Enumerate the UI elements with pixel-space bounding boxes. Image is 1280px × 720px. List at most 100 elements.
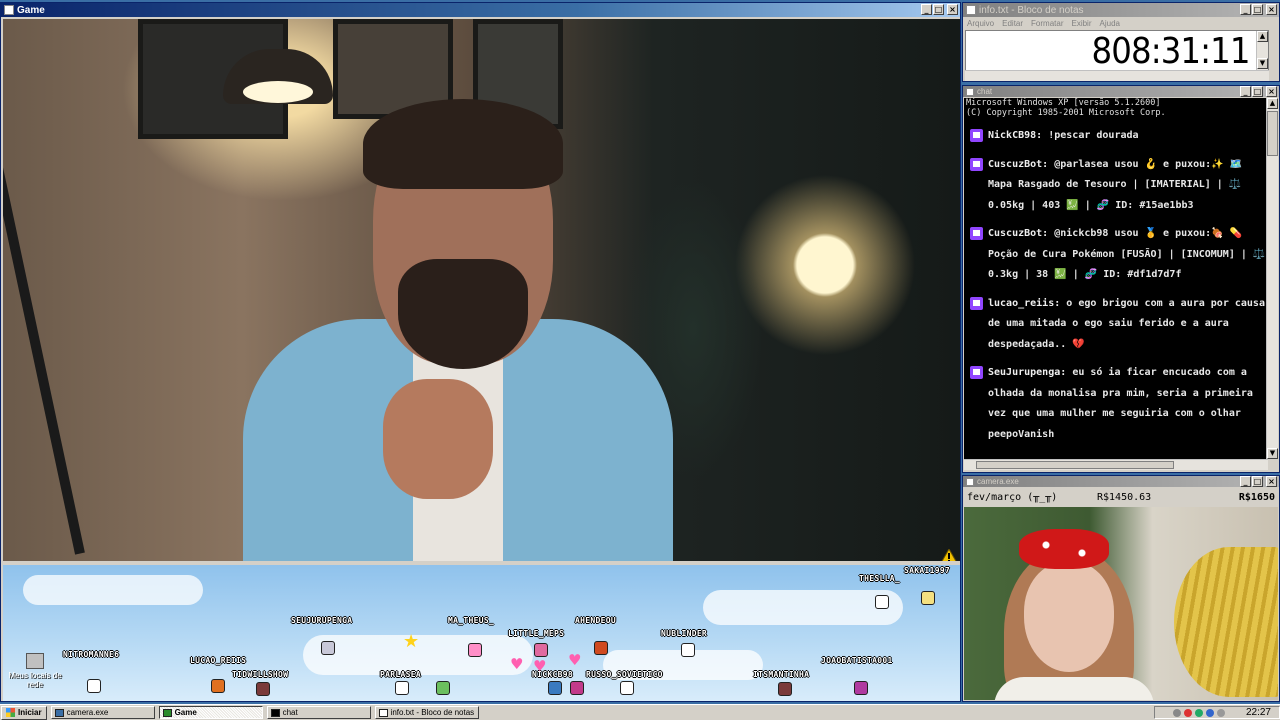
taskbar-item-game[interactable]: Game	[158, 706, 263, 719]
scroll-down-icon[interactable]: ▼	[1267, 448, 1278, 459]
player-sprite[interactable]	[548, 681, 562, 695]
camera-window: camera.exe _ □ × fev/março (╥_╥) R$1450.…	[962, 475, 1280, 702]
vertical-scrollbar[interactable]: ▲ ▼	[1256, 31, 1268, 71]
player-name: TIDWILLSHOW	[232, 670, 289, 679]
tray-network-icon[interactable]	[1194, 708, 1203, 717]
chat-log[interactable]: Microsoft Windows XP [versão 5.1.2600] (…	[964, 98, 1268, 459]
player-sprite[interactable]	[854, 681, 868, 695]
cmd-icon	[966, 87, 974, 96]
scroll-thumb[interactable]	[1267, 111, 1278, 156]
start-button[interactable]: Iniciar	[1, 705, 47, 720]
player-sprite[interactable]	[681, 643, 695, 657]
minimize-button[interactable]: _	[921, 4, 932, 15]
chat-vertical-scrollbar[interactable]: ▲ ▼	[1266, 98, 1278, 459]
player-sprite[interactable]	[620, 681, 634, 695]
chat-username: SeuJurupenga:	[988, 367, 1067, 378]
person-beard	[398, 259, 528, 369]
notepad-text-area[interactable]: 808:31:11 ▲ ▼	[965, 30, 1269, 72]
scroll-thumb[interactable]	[976, 461, 1174, 469]
chat-username: CuscuzBot:	[988, 228, 1049, 239]
horizontal-scrollbar[interactable]	[965, 70, 1269, 81]
close-button[interactable]: ×	[1266, 86, 1277, 97]
mic-arm	[3, 63, 85, 555]
camera-title: camera.exe	[977, 477, 1019, 486]
menu-formatar[interactable]: Formatar	[1031, 19, 1063, 28]
game-window: Game _ □ × SEUJURUPENGA MA_THEUS_ AHENDE…	[0, 2, 961, 702]
person-face	[1024, 562, 1114, 672]
tray-security-icon[interactable]	[1183, 708, 1192, 717]
player-sprite[interactable]	[468, 643, 482, 657]
taskbar-item-camera[interactable]: camera.exe	[50, 706, 155, 719]
scroll-up-icon[interactable]: ▲	[1257, 31, 1268, 42]
player-name: LUCAO_REIIS	[190, 656, 247, 665]
hand-fan	[1174, 547, 1278, 697]
console-header-line: (C) Copyright 1985-2001 Microsoft Corp.	[966, 108, 1166, 118]
player-sprite[interactable]	[436, 681, 450, 695]
menu-editar[interactable]: Editar	[1002, 19, 1023, 28]
twitch-badge-icon	[970, 296, 983, 310]
player-sprite[interactable]	[570, 681, 584, 695]
stream-timer: 808:31:11	[1091, 31, 1251, 72]
player-sprite[interactable]	[321, 641, 335, 655]
close-button[interactable]: ×	[947, 4, 958, 15]
player-name: ITSMANTINHA	[753, 670, 810, 679]
desktop: Game _ □ × SEUJURUPENGA MA_THEUS_ AHENDE…	[0, 0, 1280, 720]
maximize-button[interactable]: □	[1252, 476, 1263, 487]
app-icon	[162, 708, 172, 717]
minimize-button[interactable]: _	[1240, 476, 1251, 487]
twitch-badge-icon	[970, 227, 983, 240]
chat-titlebar[interactable]: chat _ □ ×	[963, 86, 1279, 97]
game-titlebar[interactable]: Game _ □ ×	[1, 3, 960, 17]
maximize-button[interactable]: □	[933, 4, 944, 15]
player-sprite[interactable]	[778, 682, 792, 696]
scroll-up-icon[interactable]: ▲	[1267, 98, 1278, 109]
taskbar-item-chat[interactable]: chat	[266, 706, 371, 719]
chat-username: lucao_reiis:	[988, 297, 1061, 309]
heart-icon: ♥	[533, 657, 547, 675]
heart-icon: ♥	[568, 651, 582, 669]
camera-feed	[964, 507, 1278, 700]
player-sprite[interactable]	[395, 681, 409, 695]
chat-window: chat _ □ × Microsoft Windows XP [versão …	[962, 85, 1280, 473]
twitch-badge-icon	[970, 129, 983, 142]
player-sprite[interactable]	[534, 643, 548, 657]
console-header-line: Microsoft Windows XP [versão 5.1.2600]	[966, 98, 1161, 108]
notepad-titlebar[interactable]: info.txt - Bloco de notas _ □ ×	[963, 3, 1279, 17]
maximize-button[interactable]: □	[1252, 4, 1263, 15]
notepad-icon	[378, 708, 388, 717]
camera-titlebar[interactable]: camera.exe _ □ ×	[963, 476, 1279, 487]
player-sprite[interactable]	[256, 682, 270, 696]
chat-username: CuscuzBot:	[988, 158, 1049, 170]
menu-exibir[interactable]: Exibir	[1071, 19, 1091, 28]
chat-horizontal-scrollbar[interactable]	[964, 459, 1268, 470]
player-sprite[interactable]	[87, 679, 101, 693]
minimize-button[interactable]: _	[1240, 86, 1251, 97]
taskbar-clock[interactable]: 22:27	[1246, 707, 1271, 718]
player-name: NUBLINDER	[661, 629, 708, 638]
desktop-icon-network[interactable]: Meus locais de rede	[5, 653, 65, 689]
close-button[interactable]: ×	[1266, 4, 1277, 15]
player-name: RUSSO_SOVIETICO	[586, 670, 663, 679]
player-name: LITTLE_MEPS	[508, 629, 565, 638]
windows-logo-icon	[6, 708, 15, 717]
scroll-down-icon[interactable]: ▼	[1257, 58, 1268, 69]
minimize-button[interactable]: _	[1240, 4, 1251, 15]
player-sprite[interactable]	[594, 641, 608, 655]
player-sprite[interactable]	[875, 595, 889, 609]
heart-icon: ♥	[510, 655, 524, 673]
goal-target: R$1650	[1238, 492, 1275, 503]
player-sprite[interactable]	[211, 679, 225, 693]
notepad-title: info.txt - Bloco de notas	[979, 4, 1084, 16]
tray-volume-icon[interactable]	[1205, 708, 1214, 717]
player-sprite[interactable]	[921, 591, 935, 605]
taskbar-item-notepad[interactable]: info.txt - Bloco de notas	[374, 706, 479, 719]
menu-ajuda[interactable]: Ajuda	[1100, 19, 1120, 28]
tray-app-icon[interactable]	[1216, 708, 1225, 717]
close-button[interactable]: ×	[1266, 476, 1277, 487]
player-name: NITROMANNE6	[63, 650, 120, 659]
game-scene[interactable]: SEUJURUPENGA MA_THEUS_ AHENDEOU LITTLE_M…	[3, 565, 960, 701]
camera-app-icon	[966, 477, 974, 486]
tray-arrow-icon[interactable]	[1172, 708, 1181, 717]
maximize-button[interactable]: □	[1252, 86, 1263, 97]
menu-arquivo[interactable]: Arquivo	[967, 19, 994, 28]
